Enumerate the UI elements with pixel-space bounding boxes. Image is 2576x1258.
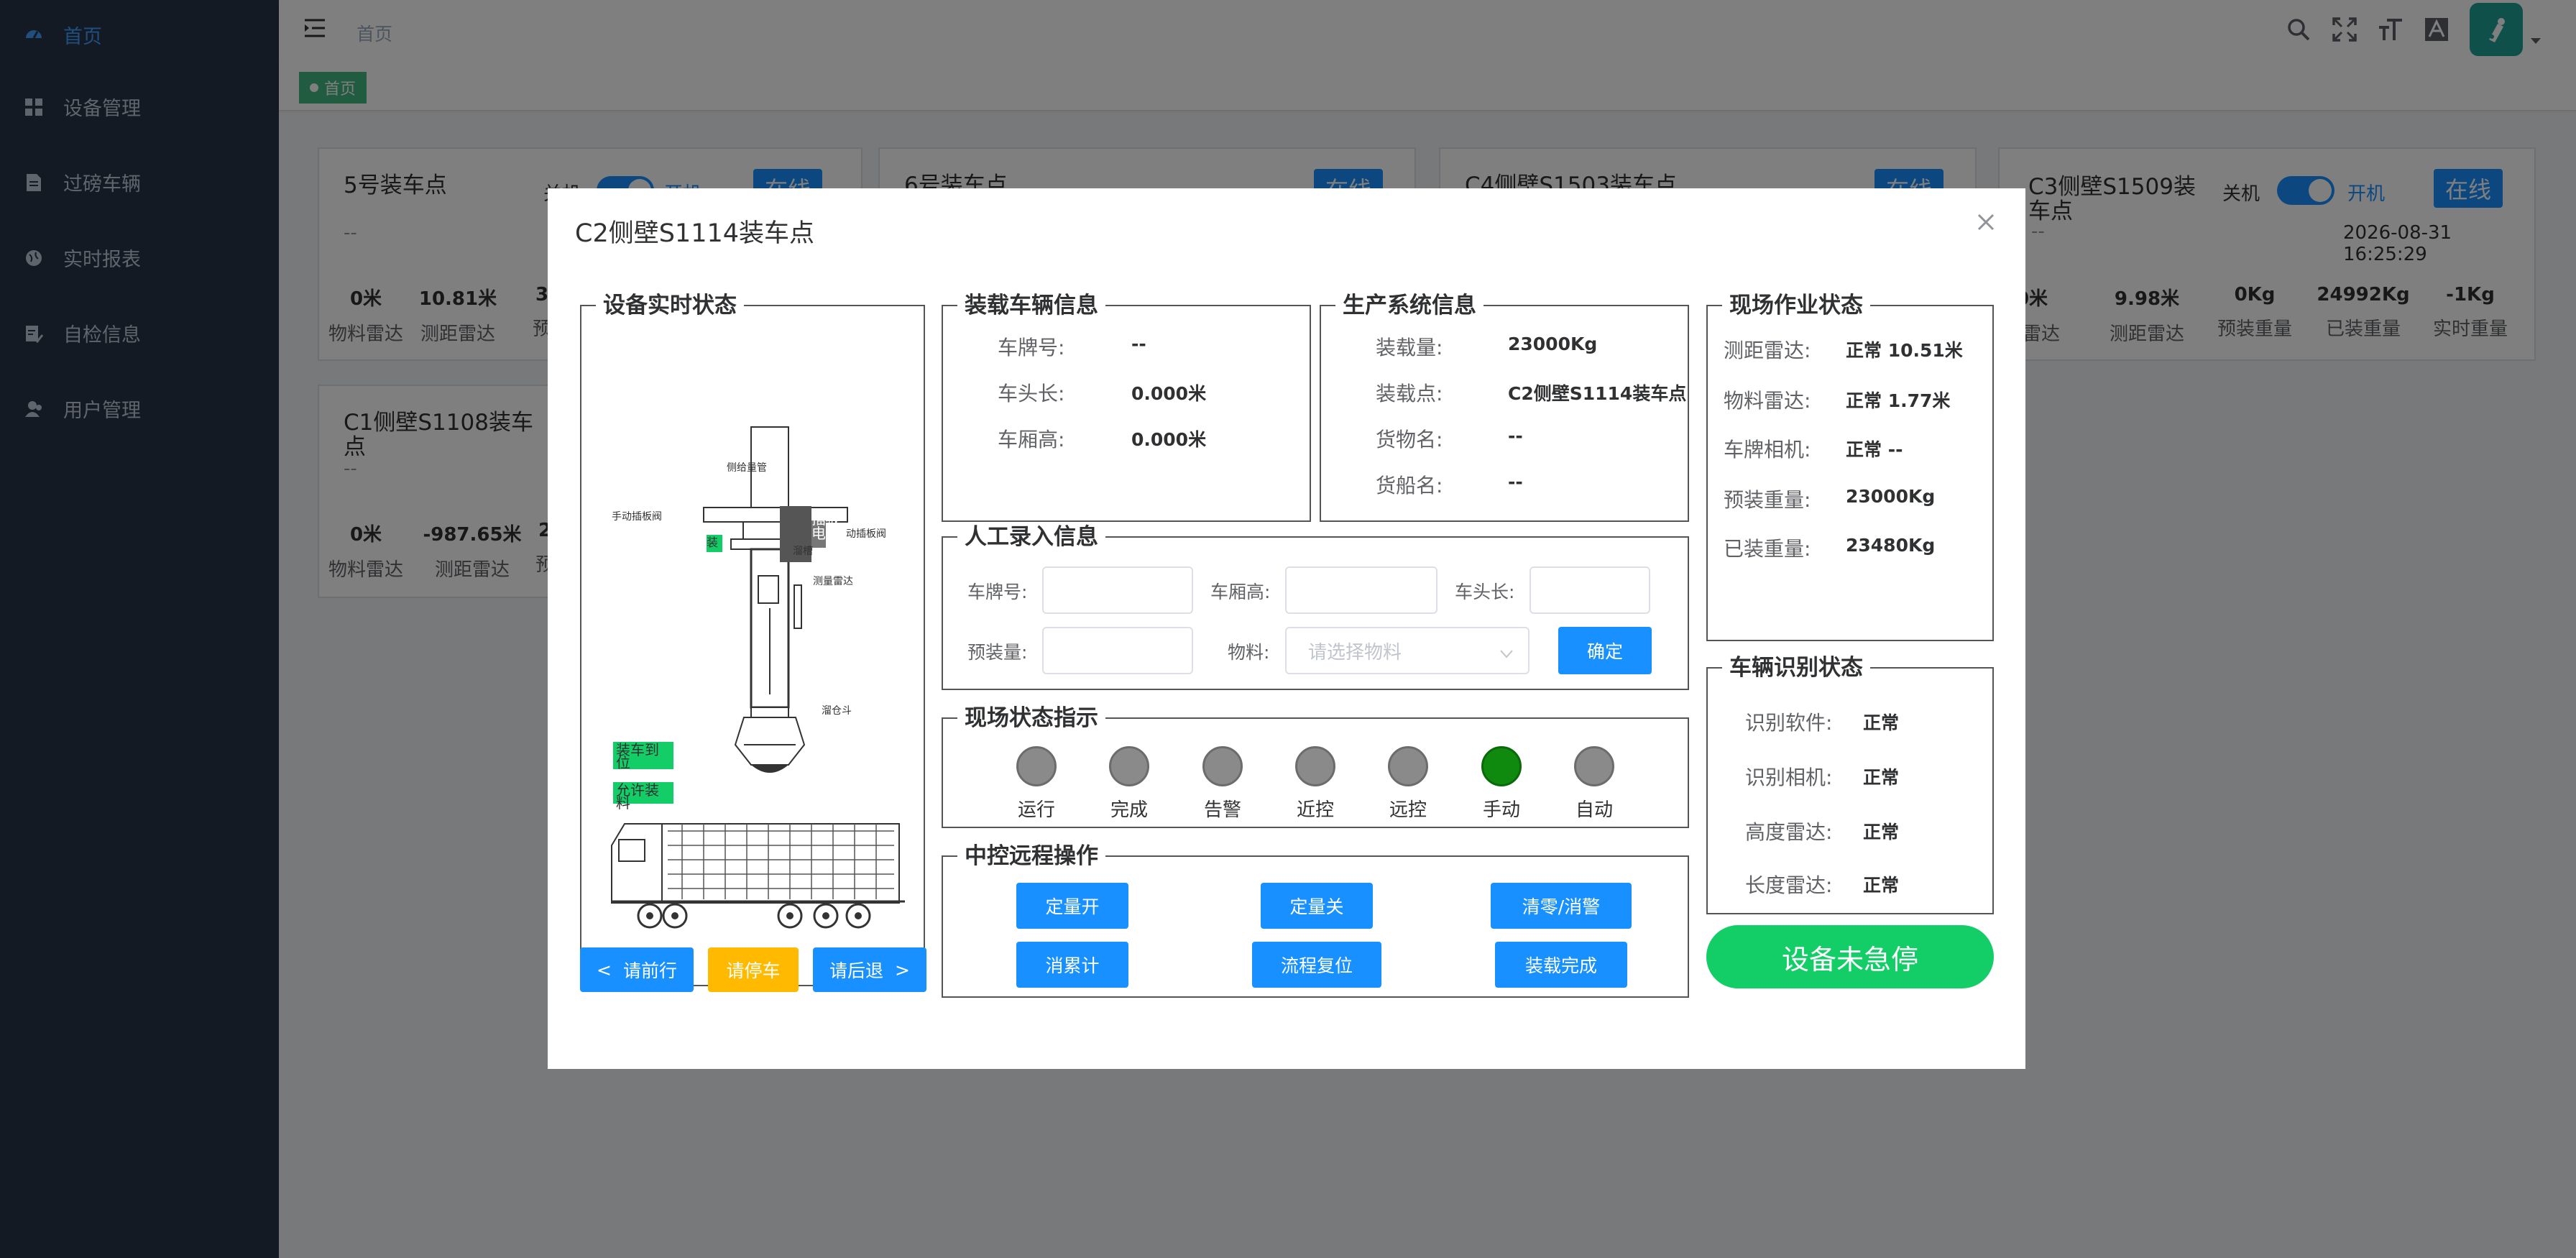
plate-label: 车牌号: xyxy=(967,582,1028,602)
info-row: 车头长: 0.000米 xyxy=(998,382,1207,405)
info-row: 识别软件: 正常 xyxy=(1745,711,1900,735)
loading-diagram xyxy=(611,426,905,929)
status-car-in-place: 装车到位 xyxy=(613,742,673,770)
info-row: 货船名: -- xyxy=(1376,472,1523,497)
move-back-button[interactable]: 请后退 > xyxy=(813,947,926,992)
info-row: 预装重量: 23000Kg xyxy=(1724,486,1936,512)
loading-complete-button[interactable]: 装载完成 xyxy=(1495,942,1627,988)
box-height-label: 车厢高: xyxy=(1210,582,1271,602)
panel-legend: 中控远程操作 xyxy=(957,843,1105,869)
panel-legend: 人工录入信息 xyxy=(957,524,1105,550)
preload-input[interactable] xyxy=(1042,627,1193,674)
info-row: 已装重量: 23480Kg xyxy=(1724,535,1936,561)
stop-car-button[interactable]: 请停车 xyxy=(708,947,799,992)
quantify-close-button[interactable]: 定量关 xyxy=(1261,883,1373,929)
info-row: 测距雷达: 正常 10.51米 xyxy=(1724,339,1963,362)
material-label: 物料: xyxy=(1228,642,1270,663)
lamp-complete: 完成 xyxy=(1100,746,1158,822)
panel-legend: 现场状态指示 xyxy=(957,705,1105,731)
material-select[interactable]: 请选择物料 xyxy=(1285,627,1530,674)
confirm-button[interactable]: 确定 xyxy=(1558,627,1652,674)
info-row: 货物名: -- xyxy=(1376,426,1523,451)
vehicle-info-panel: 装载车辆信息 车牌号: -- 车头长: 0.000米 车厢高: 0.000米 xyxy=(942,293,1311,522)
panel-legend: 现场作业状态 xyxy=(1722,293,1870,318)
vehicle-recognition-panel: 车辆识别状态 识别软件: 正常 识别相机: 正常 高度雷达: 正常 长度雷达: 正常 xyxy=(1706,655,1994,914)
quantify-open-button[interactable]: 定量开 xyxy=(1016,883,1128,929)
manual-input-panel: 人工录入信息 车牌号: 车厢高: 车头长: 预装量: 物料: 请选择物料 确定 xyxy=(942,524,1689,690)
info-row: 识别相机: 正常 xyxy=(1745,766,1900,789)
info-row: 装载点: C2侧壁S1114装车点 xyxy=(1376,382,1687,405)
diagram-label: 测量雷达 xyxy=(813,576,853,587)
site-status-panel: 现场作业状态 测距雷达: 正常 10.51米 物料雷达: 正常 1.77米 车牌相机… xyxy=(1706,293,1994,641)
close-icon[interactable] xyxy=(1977,213,1998,234)
dialog-title: C2侧壁S1114装车点 xyxy=(575,219,814,248)
plate-input[interactable] xyxy=(1042,566,1193,614)
info-row: 车牌号: -- xyxy=(998,334,1146,359)
status-allow-loading: 允许装料 xyxy=(613,782,673,810)
station-dialog: C2侧壁S1114装车点 设备实时状态 手动插板阀 侧给量管 动插板阀 插板电机… xyxy=(548,188,2025,1069)
remote-operation-panel: 中控远程操作 定量开 定量关 清零/消警 消累计 流程复位 装载完成 xyxy=(942,843,1689,998)
clear-total-button[interactable]: 消累计 xyxy=(1016,942,1128,988)
info-row: 装载量: 23000Kg xyxy=(1376,334,1598,359)
info-row: 车牌相机: 正常 -- xyxy=(1724,438,1903,462)
diagram-label: 溜仓斗 xyxy=(822,705,852,717)
lamp-auto: 自动 xyxy=(1565,746,1623,822)
lamp-run: 运行 xyxy=(1008,746,1065,822)
lamp-alarm: 告警 xyxy=(1194,746,1251,822)
diagram-label: 溜槽 xyxy=(793,546,813,557)
panel-legend: 设备实时状态 xyxy=(596,293,744,318)
diagram-label: 侧给量管 xyxy=(727,462,767,474)
info-row: 高度雷达: 正常 xyxy=(1745,820,1900,844)
status-indicator-panel: 现场状态指示 运行 完成 告警 近控 远控 手动 自动 xyxy=(942,705,1689,828)
move-forward-button[interactable]: < 请前行 xyxy=(580,947,694,992)
diagram-label: 手动插板阀 xyxy=(612,511,662,523)
diagram-label: 插板电机 xyxy=(811,510,840,542)
lamp-manual: 手动 xyxy=(1473,746,1530,822)
chevron-down-icon xyxy=(1499,643,1514,664)
lamp-remote: 远控 xyxy=(1379,746,1437,822)
box-height-input[interactable] xyxy=(1285,566,1438,614)
info-row: 长度雷达: 正常 xyxy=(1745,873,1900,897)
production-info-panel: 生产系统信息 装载量: 23000Kg 装载点: C2侧壁S1114装车点 货物名:… xyxy=(1320,293,1689,522)
head-length-label: 车头长: xyxy=(1455,582,1515,602)
panel-legend: 装载车辆信息 xyxy=(957,293,1105,318)
panel-legend: 生产系统信息 xyxy=(1335,293,1484,318)
preload-label: 预装量: xyxy=(967,642,1028,663)
head-length-input[interactable] xyxy=(1530,566,1650,614)
lamp-local: 近控 xyxy=(1287,746,1344,822)
info-row: 车厢高: 0.000米 xyxy=(998,428,1207,451)
chevron-right-icon: > xyxy=(895,959,910,981)
info-row: 物料雷达: 正常 1.77米 xyxy=(1724,389,1951,413)
status-marker: 装 xyxy=(707,535,722,552)
reset-alarm-button[interactable]: 清零/消警 xyxy=(1491,883,1632,929)
device-status-panel: 设备实时状态 手动插板阀 侧给量管 动插板阀 插板电机 测量雷达 溜槽 溜仓斗 … xyxy=(580,293,926,992)
emergency-stop-button[interactable]: 设备未急停 xyxy=(1706,925,1994,988)
panel-legend: 车辆识别状态 xyxy=(1722,655,1870,681)
diagram-label: 动插板阀 xyxy=(846,528,886,540)
process-reset-button[interactable]: 流程复位 xyxy=(1252,942,1381,988)
chevron-left-icon: < xyxy=(597,959,612,981)
